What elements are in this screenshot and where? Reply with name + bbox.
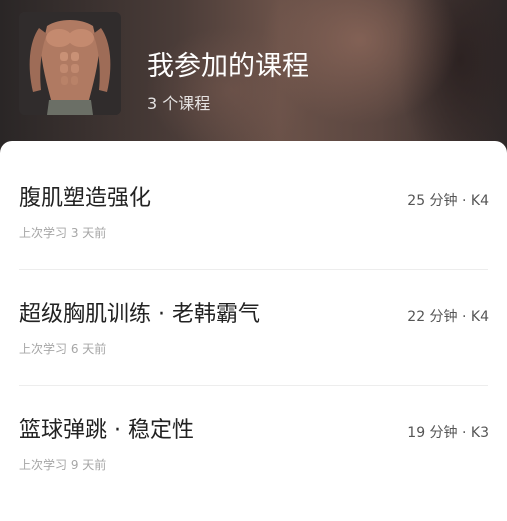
course-list: 腹肌塑造强化 25 分钟 · K4 上次学习 3 天前 超级胸肌训练 · 老韩霸… bbox=[0, 141, 507, 521]
course-duration-level: 22 分钟 · K4 bbox=[407, 309, 489, 325]
last-studied: 上次学习 9 天前 bbox=[19, 458, 107, 472]
course-name: 篮球弹跳 · 稳定性 bbox=[19, 418, 194, 443]
course-count: 3 个课程 bbox=[147, 94, 211, 113]
course-item[interactable]: 篮球弹跳 · 稳定性 19 分钟 · K3 上次学习 9 天前 bbox=[0, 373, 507, 489]
header-banner: 我参加的课程 3 个课程 bbox=[0, 0, 507, 160]
course-cover-image bbox=[19, 12, 121, 115]
fitness-model-image bbox=[19, 12, 121, 115]
course-item[interactable]: 腹肌塑造强化 25 分钟 · K4 上次学习 3 天前 bbox=[0, 141, 507, 257]
page-title: 我参加的课程 bbox=[147, 51, 309, 82]
course-duration-level: 19 分钟 · K3 bbox=[407, 425, 489, 441]
course-name: 超级胸肌训练 · 老韩霸气 bbox=[19, 302, 260, 327]
course-name: 腹肌塑造强化 bbox=[19, 186, 152, 211]
last-studied: 上次学习 3 天前 bbox=[19, 226, 107, 240]
last-studied: 上次学习 6 天前 bbox=[19, 342, 107, 356]
course-duration-level: 25 分钟 · K4 bbox=[407, 193, 489, 209]
course-item[interactable]: 超级胸肌训练 · 老韩霸气 22 分钟 · K4 上次学习 6 天前 bbox=[0, 257, 507, 373]
